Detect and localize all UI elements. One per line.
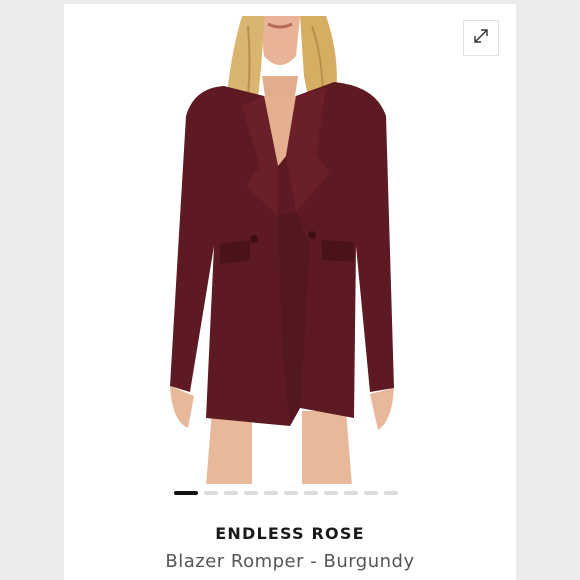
carousel-dot[interactable] [284,491,298,495]
product-image[interactable] [64,16,516,484]
carousel-dot[interactable] [324,491,338,495]
image-carousel-indicator [174,491,398,495]
carousel-dot[interactable] [304,491,318,495]
carousel-dot[interactable] [174,491,198,495]
expand-image-button[interactable] [463,20,499,56]
carousel-dot[interactable] [204,491,218,495]
carousel-dot[interactable] [224,491,238,495]
model-illustration [170,16,394,484]
product-card: ENDLESS ROSE Blazer Romper - Burgundy [64,4,516,580]
carousel-dot[interactable] [344,491,358,495]
carousel-dot[interactable] [264,491,278,495]
carousel-dot[interactable] [244,491,258,495]
carousel-dot[interactable] [364,491,378,495]
carousel-dot[interactable] [384,491,398,495]
product-brand[interactable]: ENDLESS ROSE [64,524,516,543]
product-title[interactable]: Blazer Romper - Burgundy [64,551,516,572]
expand-arrows-icon [472,27,490,50]
